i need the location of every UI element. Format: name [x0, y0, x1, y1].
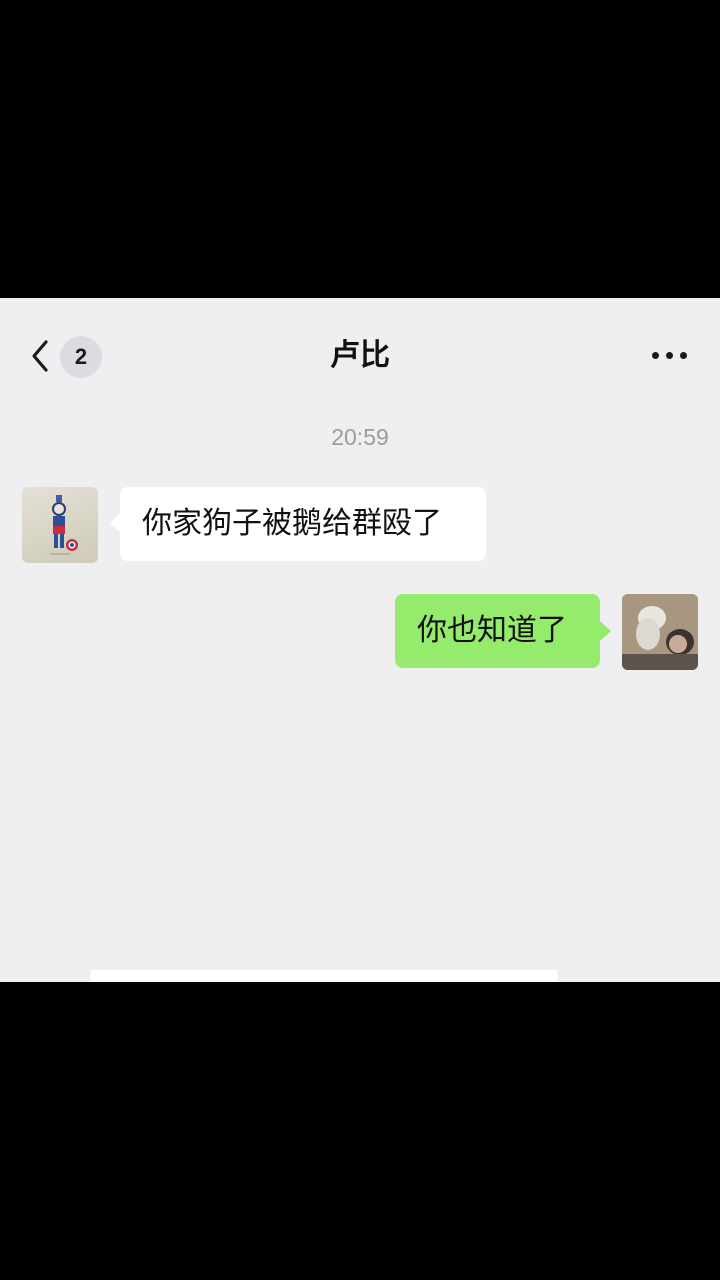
sent-message-text: 你也知道了 [417, 613, 567, 648]
my-avatar[interactable] [622, 594, 698, 670]
captain-figure-icon [50, 495, 78, 555]
message-timestamp: 20:59 [331, 424, 389, 450]
received-message-text: 你家狗子被鹅给群殴了 [142, 506, 442, 541]
chat-screen: 2 卢比 20:59 你家狗子被鹅给群殴了 你也知道了 [0, 298, 720, 982]
unread-count-badge: 2 [60, 336, 102, 378]
letterbox-top [0, 0, 720, 298]
sent-bubble-tail [600, 621, 611, 641]
bottom-input-bar [90, 970, 558, 982]
letterbox-bottom [0, 982, 720, 1280]
more-dots-icon[interactable] [648, 342, 692, 370]
received-message-bubble[interactable]: 你家狗子被鹅给群殴了 [120, 487, 486, 561]
chevron-left-icon [32, 340, 48, 372]
back-button[interactable]: 2 [26, 336, 110, 378]
chat-header: 2 卢比 [0, 298, 720, 413]
photo-avatar-icon [622, 594, 698, 670]
contact-avatar[interactable] [22, 487, 98, 563]
chat-title: 卢比 [330, 338, 390, 373]
sent-message-bubble[interactable]: 你也知道了 [395, 594, 600, 668]
